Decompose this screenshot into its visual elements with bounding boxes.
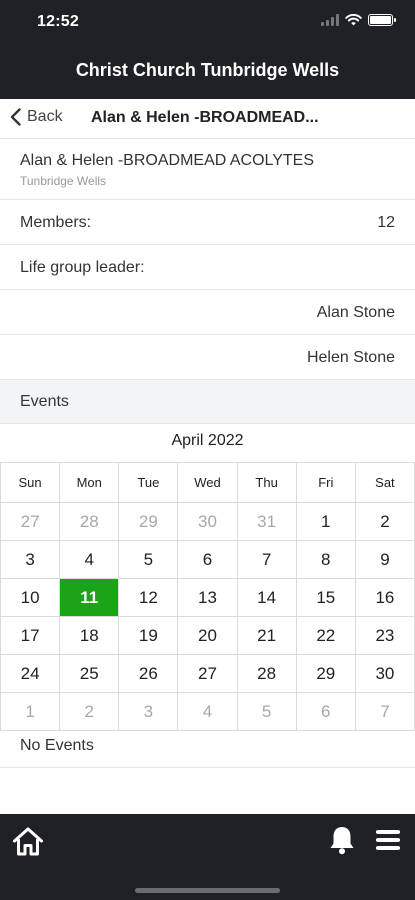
calendar-day[interactable]: 18: [59, 616, 120, 655]
calendar-day-outside-month[interactable]: 27: [0, 502, 61, 541]
members-count: 12: [377, 214, 395, 231]
calendar-day[interactable]: 21: [236, 616, 297, 655]
calendar-week: 24 25 26 27 28 29 30: [0, 654, 415, 693]
calendar-month-title: April 2022: [171, 432, 244, 449]
page-title: Alan & Helen -BROADMEAD...: [91, 109, 319, 126]
back-button[interactable]: Back: [10, 108, 63, 126]
cellular-signal-icon: [321, 14, 339, 26]
calendar-day[interactable]: 16: [354, 578, 415, 617]
wifi-icon: [345, 14, 362, 26]
app-title: Christ Church Tunbridge Wells: [75, 60, 340, 80]
no-events-label: No Events: [20, 737, 94, 754]
status-bar: 12:52: [0, 0, 415, 46]
calendar-week: 27 28 29 30 31 1 2: [0, 502, 415, 541]
calendar-day[interactable]: 23: [354, 616, 415, 655]
home-button[interactable]: [12, 826, 44, 861]
leader-name: Helen Stone: [306, 349, 395, 366]
weekday-label: Sun: [0, 462, 61, 503]
leader-item[interactable]: Helen Stone: [0, 336, 415, 380]
leader-row: Life group leader:: [0, 246, 415, 290]
members-label: Members:: [20, 214, 92, 231]
bell-icon: [330, 827, 354, 855]
calendar-day[interactable]: 17: [0, 616, 61, 655]
weekday-label: Thu: [236, 462, 297, 503]
weekday-label: Tue: [118, 462, 179, 503]
weekday-label: Wed: [177, 462, 238, 503]
calendar-day[interactable]: 12: [118, 578, 179, 617]
calendar-day[interactable]: 7: [236, 540, 297, 579]
calendar-week: 3 4 5 6 7 8 9: [0, 540, 415, 579]
calendar-day[interactable]: 14: [236, 578, 297, 617]
status-time: 12:52: [37, 13, 79, 30]
home-icon: [13, 827, 43, 856]
back-label: Back: [27, 108, 63, 125]
calendar-week: 17 18 19 20 21 22 23: [0, 616, 415, 655]
weekday-label: Fri: [295, 462, 356, 503]
calendar-day-outside-month[interactable]: 31: [236, 502, 297, 541]
calendar-day[interactable]: 26: [118, 654, 179, 693]
home-indicator: [135, 888, 280, 893]
notifications-button[interactable]: [328, 825, 356, 860]
calendar-day-selected[interactable]: 11: [59, 578, 120, 617]
calendar-day[interactable]: 13: [177, 578, 238, 617]
weekday-header-row: Sun Mon Tue Wed Thu Fri Sat: [0, 462, 415, 503]
app-header: 12:52 Christ Church Tunbridge Wells: [0, 0, 415, 99]
calendar-day-outside-month[interactable]: 29: [118, 502, 179, 541]
leader-name: Alan Stone: [316, 304, 395, 321]
calendar-day[interactable]: 6: [177, 540, 238, 579]
events-label: Events: [20, 393, 69, 410]
group-location: Tunbridge Wells: [20, 174, 107, 188]
calendar-day[interactable]: 15: [295, 578, 356, 617]
no-events-row: No Events: [0, 724, 415, 768]
calendar-grid: Sun Mon Tue Wed Thu Fri Sat 27 28 29 30 …: [0, 462, 415, 731]
calendar-day[interactable]: 19: [118, 616, 179, 655]
status-icons: [321, 14, 396, 26]
group-info: Alan & Helen -BROADMEAD ACOLYTES Tunbrid…: [0, 140, 415, 200]
calendar-day[interactable]: 30: [354, 654, 415, 693]
calendar-week: 10 11 12 13 14 15 16: [0, 578, 415, 617]
calendar-day[interactable]: 24: [0, 654, 61, 693]
members-row: Members: 12: [0, 201, 415, 245]
calendar-day-outside-month[interactable]: 30: [177, 502, 238, 541]
calendar-day[interactable]: 22: [295, 616, 356, 655]
calendar-day[interactable]: 29: [295, 654, 356, 693]
calendar-day[interactable]: 2: [354, 502, 415, 541]
menu-button[interactable]: [376, 830, 400, 854]
calendar-day[interactable]: 10: [0, 578, 61, 617]
group-name: Alan & Helen -BROADMEAD ACOLYTES: [20, 152, 315, 169]
chevron-left-icon: [10, 108, 21, 126]
calendar-day[interactable]: 25: [59, 654, 120, 693]
events-section-header: Events: [0, 380, 415, 424]
bottom-tab-bar: [0, 814, 415, 900]
weekday-label: Mon: [59, 462, 120, 503]
menu-icon: [376, 830, 400, 850]
calendar-day[interactable]: 5: [118, 540, 179, 579]
calendar-day[interactable]: 20: [177, 616, 238, 655]
calendar-day[interactable]: 3: [0, 540, 61, 579]
leader-item[interactable]: Alan Stone: [0, 291, 415, 335]
calendar-day[interactable]: 1: [295, 502, 356, 541]
battery-icon: [368, 14, 396, 26]
calendar-day[interactable]: 8: [295, 540, 356, 579]
calendar-day[interactable]: 9: [354, 540, 415, 579]
calendar-day[interactable]: 27: [177, 654, 238, 693]
calendar-day[interactable]: 28: [236, 654, 297, 693]
calendar-day-outside-month[interactable]: 28: [59, 502, 120, 541]
calendar-day[interactable]: 4: [59, 540, 120, 579]
leader-label: Life group leader:: [20, 259, 145, 276]
navigation-bar: Back Alan & Helen -BROADMEAD...: [0, 99, 415, 139]
weekday-label: Sat: [354, 462, 415, 503]
